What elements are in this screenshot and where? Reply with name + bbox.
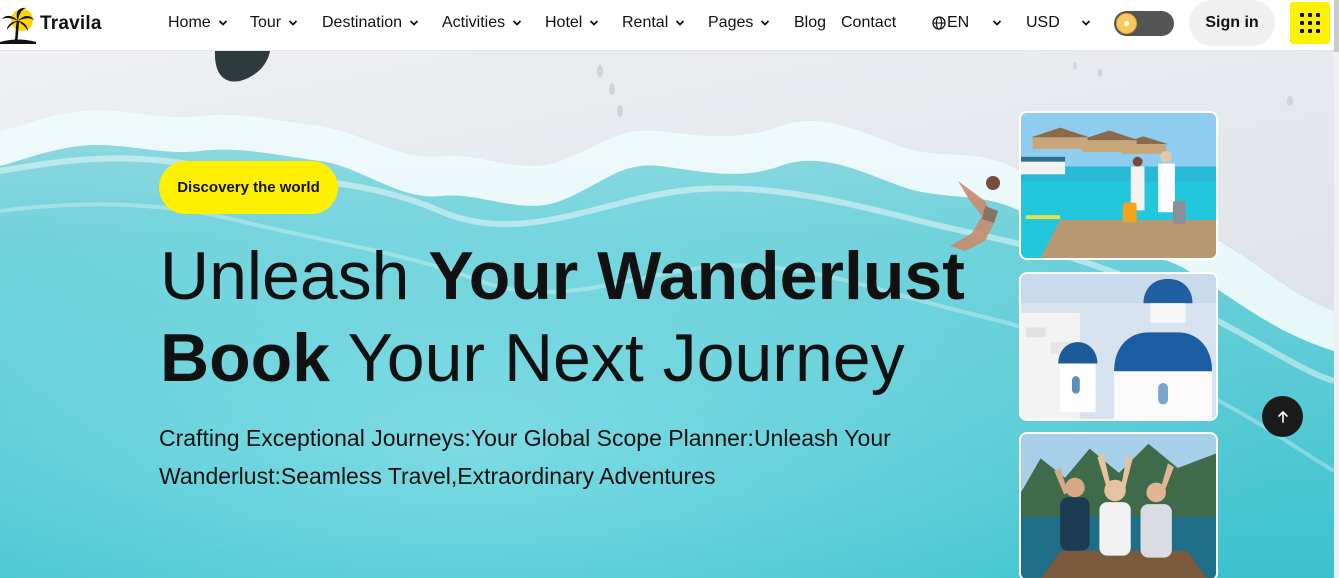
palm-tree-logo-icon (0, 7, 36, 44)
scroll-to-top-button[interactable] (1262, 396, 1303, 437)
currency-selector[interactable]: USD (1026, 0, 1060, 46)
chevron-down-icon[interactable] (1081, 19, 1091, 27)
currency-value: USD (1026, 14, 1060, 31)
nav-tour[interactable]: Tour (250, 0, 298, 46)
hero-subtitle: Crafting Exceptional Journeys:Your Globa… (159, 425, 891, 489)
sun-icon (1116, 13, 1137, 34)
nav-activities-label: Activities (442, 14, 506, 31)
chevron-down-icon (675, 19, 685, 27)
nav-pages-label: Pages (708, 14, 754, 31)
chevron-down-icon (589, 19, 599, 27)
nav-contact[interactable]: Contact (841, 0, 896, 46)
hero-section: Discovery the world Unleash Your Wanderl… (0, 51, 1334, 578)
nav-pages[interactable]: Pages (708, 0, 770, 46)
nav-destination[interactable]: Destination (322, 0, 419, 46)
nav-rental-label: Rental (622, 14, 669, 31)
brand-name: Travila (40, 13, 102, 34)
nav-contact-label: Contact (841, 14, 897, 31)
nav-blog[interactable]: Blog (794, 0, 826, 46)
site-header: Travila Home Tour Destination Activities… (0, 0, 1334, 51)
nav-destination-label: Destination (322, 14, 403, 31)
hero-headline: Unleash Your Wanderlust Book Your Next Jo… (160, 235, 1020, 399)
chevron-down-icon (409, 19, 419, 27)
overwater-bungalows-image (1021, 113, 1216, 258)
nav-rental[interactable]: Rental (622, 0, 685, 46)
headline-line1-regular: Unleash (160, 238, 429, 314)
nav-tour-label: Tour (250, 14, 282, 31)
friends-on-boat-image (1021, 434, 1216, 578)
chevron-down-icon (288, 19, 298, 27)
gallery-image-friends-boat[interactable] (1019, 432, 1218, 578)
nav-home-label: Home (168, 14, 211, 31)
gallery-image-santorini[interactable] (1019, 272, 1218, 421)
gallery-image-bungalows[interactable] (1019, 111, 1218, 260)
nav-blog-label: Blog (794, 14, 827, 31)
headline-line1-bold: Your Wanderlust (428, 238, 965, 314)
theme-toggle[interactable] (1114, 11, 1174, 36)
nav-activities[interactable]: Activities (442, 0, 522, 46)
chevron-down-icon[interactable] (992, 19, 1002, 27)
discovery-badge[interactable]: Discovery the world (159, 161, 338, 214)
santorini-domes-image (1021, 274, 1216, 419)
page-scrollbar[interactable] (1334, 0, 1339, 578)
arrow-up-icon (1277, 410, 1288, 423)
scrollbar-thumb[interactable] (1334, 0, 1339, 52)
brand-logo[interactable]: Travila (0, 4, 102, 44)
chevron-down-icon (218, 19, 228, 27)
chevron-down-icon (512, 19, 522, 27)
grid-menu-icon[interactable] (1290, 2, 1330, 44)
sign-in-button[interactable]: Sign in (1189, 0, 1275, 46)
headline-line2-bold: Book (160, 320, 330, 396)
language-selector[interactable]: EN (932, 0, 969, 46)
globe-icon (932, 16, 946, 30)
nav-hotel-label: Hotel (545, 14, 583, 31)
nav-hotel[interactable]: Hotel (545, 0, 599, 46)
nav-home[interactable]: Home (168, 0, 228, 46)
chevron-down-icon (760, 19, 770, 27)
language-value: EN (947, 14, 970, 31)
headline-line2-regular: Your Next Journey (330, 320, 905, 396)
